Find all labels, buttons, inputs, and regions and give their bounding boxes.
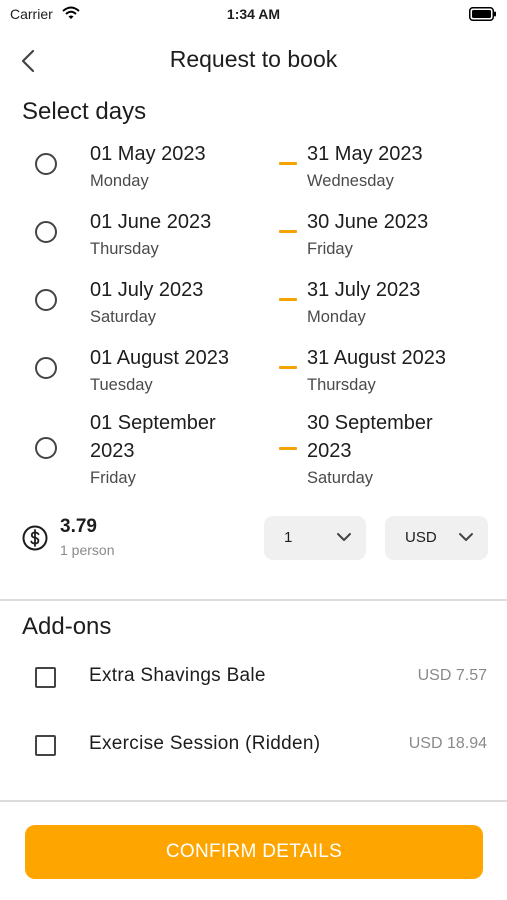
end-date-block: 31 May 2023 Wednesday	[307, 140, 497, 193]
start-date: 01 August 2023	[90, 347, 230, 369]
addon-label: Extra Shavings Bale	[89, 665, 266, 686]
end-date: 31 May 2023	[307, 143, 423, 165]
end-date: 30 September 2023	[307, 412, 433, 462]
date-range-row[interactable]: 01 September 2023 Friday 30 September 20…	[0, 409, 507, 493]
end-date-block: 30 June 2023 Friday	[307, 208, 497, 261]
start-weekday: Thursday	[90, 240, 159, 258]
start-date: 01 July 2023	[90, 279, 204, 301]
end-date: 31 July 2023	[307, 279, 421, 301]
addon-label: Exercise Session (Ridden)	[89, 733, 321, 754]
end-weekday: Monday	[307, 308, 366, 326]
addons-heading: Add-ons	[22, 613, 112, 640]
date-range-radio[interactable]	[35, 437, 57, 459]
start-weekday: Tuesday	[90, 376, 153, 394]
quantity-value: 1	[284, 529, 293, 546]
addon-price: USD 18.94	[408, 735, 487, 752]
end-weekday: Thursday	[307, 376, 376, 394]
footer-divider	[0, 800, 507, 802]
date-range-radio[interactable]	[35, 153, 57, 175]
select-days-heading: Select days	[22, 98, 147, 125]
addon-price: USD 7.57	[417, 667, 487, 684]
start-weekday: Monday	[90, 172, 149, 190]
confirm-details-button[interactable]: CONFIRM DETAILS	[25, 825, 483, 879]
status-bar: Carrier 1:34 AM	[0, 0, 507, 30]
clock: 1:34 AM	[226, 6, 281, 22]
end-date: 31 August 2023	[307, 347, 447, 369]
page-title: Request to book	[169, 46, 338, 72]
date-range-row[interactable]: 01 July 2023 Saturday 31 July 2023 Monda…	[0, 276, 507, 334]
price-row: 3.79 1 person 1 USD	[0, 512, 507, 564]
battery-icon	[469, 7, 497, 26]
date-range-radio[interactable]	[35, 289, 57, 311]
price-value: 3.79	[60, 516, 97, 537]
range-dash	[279, 366, 297, 369]
end-date-block: 31 July 2023 Monday	[307, 276, 497, 329]
quantity-select[interactable]: 1	[264, 516, 366, 560]
date-range-row[interactable]: 01 May 2023 Monday 31 May 2023 Wednesday	[0, 140, 507, 198]
chevron-down-icon	[459, 533, 473, 541]
start-date: 01 June 2023	[90, 211, 212, 233]
date-range-radio[interactable]	[35, 357, 57, 379]
range-dash	[279, 230, 297, 233]
section-divider	[0, 599, 507, 601]
end-weekday: Friday	[307, 240, 353, 258]
dollar-icon	[22, 525, 48, 556]
end-date-block: 30 September 2023 Saturday	[307, 409, 457, 490]
date-range-row[interactable]: 01 June 2023 Thursday 30 June 2023 Frida…	[0, 208, 507, 266]
start-date-block: 01 June 2023 Thursday	[90, 208, 260, 261]
addon-item[interactable]: Exercise Session (Ridden) USD 18.94	[0, 727, 507, 767]
addon-checkbox[interactable]	[35, 735, 56, 756]
range-dash	[279, 162, 297, 165]
range-dash	[279, 447, 297, 450]
range-dash	[279, 298, 297, 301]
date-range-row[interactable]: 01 August 2023 Tuesday 31 August 2023 Th…	[0, 344, 507, 402]
currency-value: USD	[405, 529, 437, 546]
end-weekday: Wednesday	[307, 172, 394, 190]
start-date: 01 May 2023	[90, 143, 206, 165]
start-date-block: 01 May 2023 Monday	[90, 140, 260, 193]
end-date: 30 June 2023	[307, 211, 429, 233]
end-date-block: 31 August 2023 Thursday	[307, 344, 497, 397]
start-date-block: 01 September 2023 Friday	[90, 409, 240, 490]
currency-select[interactable]: USD	[385, 516, 488, 560]
start-date-block: 01 August 2023 Tuesday	[90, 344, 260, 397]
chevron-down-icon	[337, 533, 351, 541]
date-range-radio[interactable]	[35, 221, 57, 243]
nav-bar: Request to book	[0, 40, 507, 82]
start-date: 01 September 2023	[90, 412, 216, 462]
start-date-block: 01 July 2023 Saturday	[90, 276, 260, 329]
start-weekday: Friday	[90, 469, 136, 487]
end-weekday: Saturday	[307, 469, 374, 487]
addon-item[interactable]: Extra Shavings Bale USD 7.57	[0, 659, 507, 699]
start-weekday: Saturday	[90, 308, 157, 326]
price-per-label: 1 person	[60, 542, 115, 558]
addon-checkbox[interactable]	[35, 667, 56, 688]
